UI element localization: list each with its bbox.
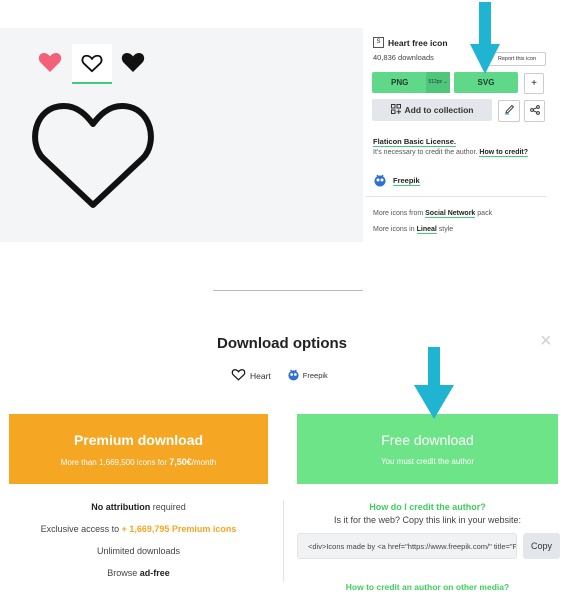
copy-button[interactable]: Copy [523, 533, 560, 559]
premium-per: /month [191, 458, 217, 467]
no-attribution-bold: No attribution [91, 502, 151, 512]
premium-feature-adfree: Browse ad-free [9, 568, 268, 578]
column-divider [283, 500, 284, 582]
png-label: PNG [391, 78, 409, 87]
add-to-collection-button[interactable]: Add to collection [372, 99, 492, 121]
modal-attribution: Heart Freepik [231, 368, 328, 383]
edit-icon-button[interactable] [498, 100, 520, 122]
no-attribution-rest: required [152, 502, 186, 512]
share-button[interactable] [524, 100, 545, 122]
more-icons-style: More icons in Lineal style [373, 226, 454, 234]
download-count: 40,836 downloads [373, 53, 434, 62]
premium-feature-attribution: No attribution required [9, 502, 268, 512]
icon-type-badge: S [373, 37, 384, 48]
premium-download-button[interactable]: Premium download More than 1,669,500 ico… [9, 414, 268, 484]
close-icon[interactable]: × [540, 331, 552, 351]
premium-feature-unlimited: Unlimited downloads [96, 546, 181, 556]
license-requirement: It's necessary to credit the author. [373, 149, 478, 156]
free-subtitle: You must credit the author [380, 457, 475, 466]
how-to-credit-link[interactable]: How to credit? [479, 149, 529, 157]
browse-prefix: Browse [107, 568, 138, 578]
more-style-prefix: More icons in [373, 226, 415, 233]
modal-icon-name: Heart [250, 370, 271, 381]
exclusive-prefix: Exclusive access to [40, 524, 120, 534]
section-separator [213, 290, 363, 291]
arrow-down-icon [470, 2, 500, 79]
free-download-button[interactable]: Free download You must credit the author [297, 414, 558, 484]
heart-outline-variant-icon[interactable] [72, 44, 112, 84]
browse-bold: ad-free [139, 568, 170, 578]
arrow-down-icon [413, 347, 455, 424]
collection-icon [390, 104, 401, 116]
pencil-icon [504, 102, 515, 120]
icon-title-text: Heart free icon [388, 37, 448, 48]
freepik-logo-icon [287, 368, 300, 383]
more-style-suffix: style [438, 226, 454, 233]
premium-subtitle: More than 1,669,500 icons for 7,50€/mont… [9, 457, 268, 467]
premium-title: Premium download [73, 432, 204, 448]
panel-divider [366, 196, 546, 197]
how-credit-author-link[interactable]: How do I credit the author? [297, 502, 558, 512]
heart-large-preview-icon [30, 100, 156, 217]
png-size-select[interactable]: 512px ⌄ [426, 72, 450, 93]
png-download-button[interactable]: PNG 512px ⌄ [372, 72, 450, 93]
credit-code-input[interactable]: <div>Icons made by <a href="https://www.… [297, 533, 517, 559]
share-icon [529, 102, 540, 120]
other-media-credit-link[interactable]: How to credit an author on other media? [297, 582, 558, 592]
premium-icons-link[interactable]: + 1,669,795 Premium icons [122, 524, 237, 534]
heart-pink-variant-icon[interactable] [38, 51, 62, 78]
license-text: It's necessary to credit the author. How… [373, 149, 529, 157]
author-row[interactable]: Freepik [373, 173, 420, 189]
pack-link[interactable]: Social Network [425, 210, 476, 218]
more-pack-prefix: More icons from [373, 210, 424, 217]
more-pack-suffix: pack [477, 210, 493, 217]
premium-subtitle-text: More than 1,669,500 icons for [60, 458, 168, 467]
style-link[interactable]: Lineal [416, 226, 437, 234]
premium-price: 7,50€ [169, 457, 192, 467]
heart-black-variant-icon[interactable] [121, 51, 145, 78]
icon-title: S Heart free icon [373, 37, 448, 48]
modal-author-name: Freepik [302, 371, 328, 380]
free-title: Free download [381, 432, 474, 448]
modal-author[interactable]: Freepik [287, 368, 328, 383]
freepik-logo-icon [373, 173, 387, 189]
license-title[interactable]: Flaticon Basic License. [373, 137, 456, 147]
add-to-collection-label: Add to collection [404, 105, 474, 115]
more-icons-pack: More icons from Social Network pack [373, 210, 493, 218]
web-credit-instruction: Is it for the web? Copy this link in you… [333, 515, 522, 525]
premium-feature-exclusive: Exclusive access to + 1,669,795 Premium … [9, 524, 268, 534]
author-name[interactable]: Freepik [393, 176, 420, 186]
modal-title: Download options [217, 335, 347, 352]
heart-outline-small-icon [231, 368, 246, 383]
more-formats-button[interactable]: + [524, 73, 544, 94]
